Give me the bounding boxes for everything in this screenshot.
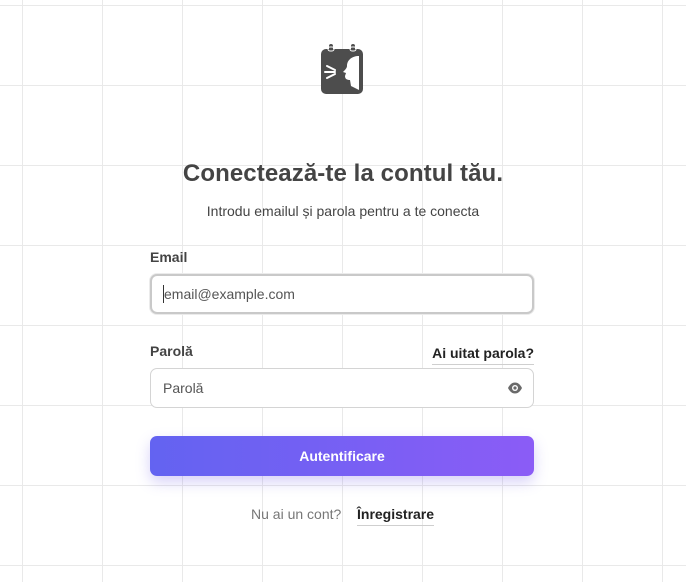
text-cursor [163,285,164,303]
page-subtitle: Introdu emailul și parola pentru a te co… [206,203,480,219]
app-logo-icon [319,44,365,96]
page-title: Conectează-te la contul tău. [182,160,504,187]
register-link[interactable]: Înregistrare [357,506,435,526]
password-label: Parolă [150,343,193,359]
password-input[interactable] [150,368,534,408]
forgot-password-link[interactable]: Ai uitat parola? [432,345,534,365]
email-input[interactable] [150,274,534,314]
eye-icon[interactable] [507,381,523,395]
email-label: Email [150,249,188,265]
no-account-text: Nu ai un cont? [251,506,342,522]
login-submit-button[interactable]: Autentificare [150,436,534,476]
